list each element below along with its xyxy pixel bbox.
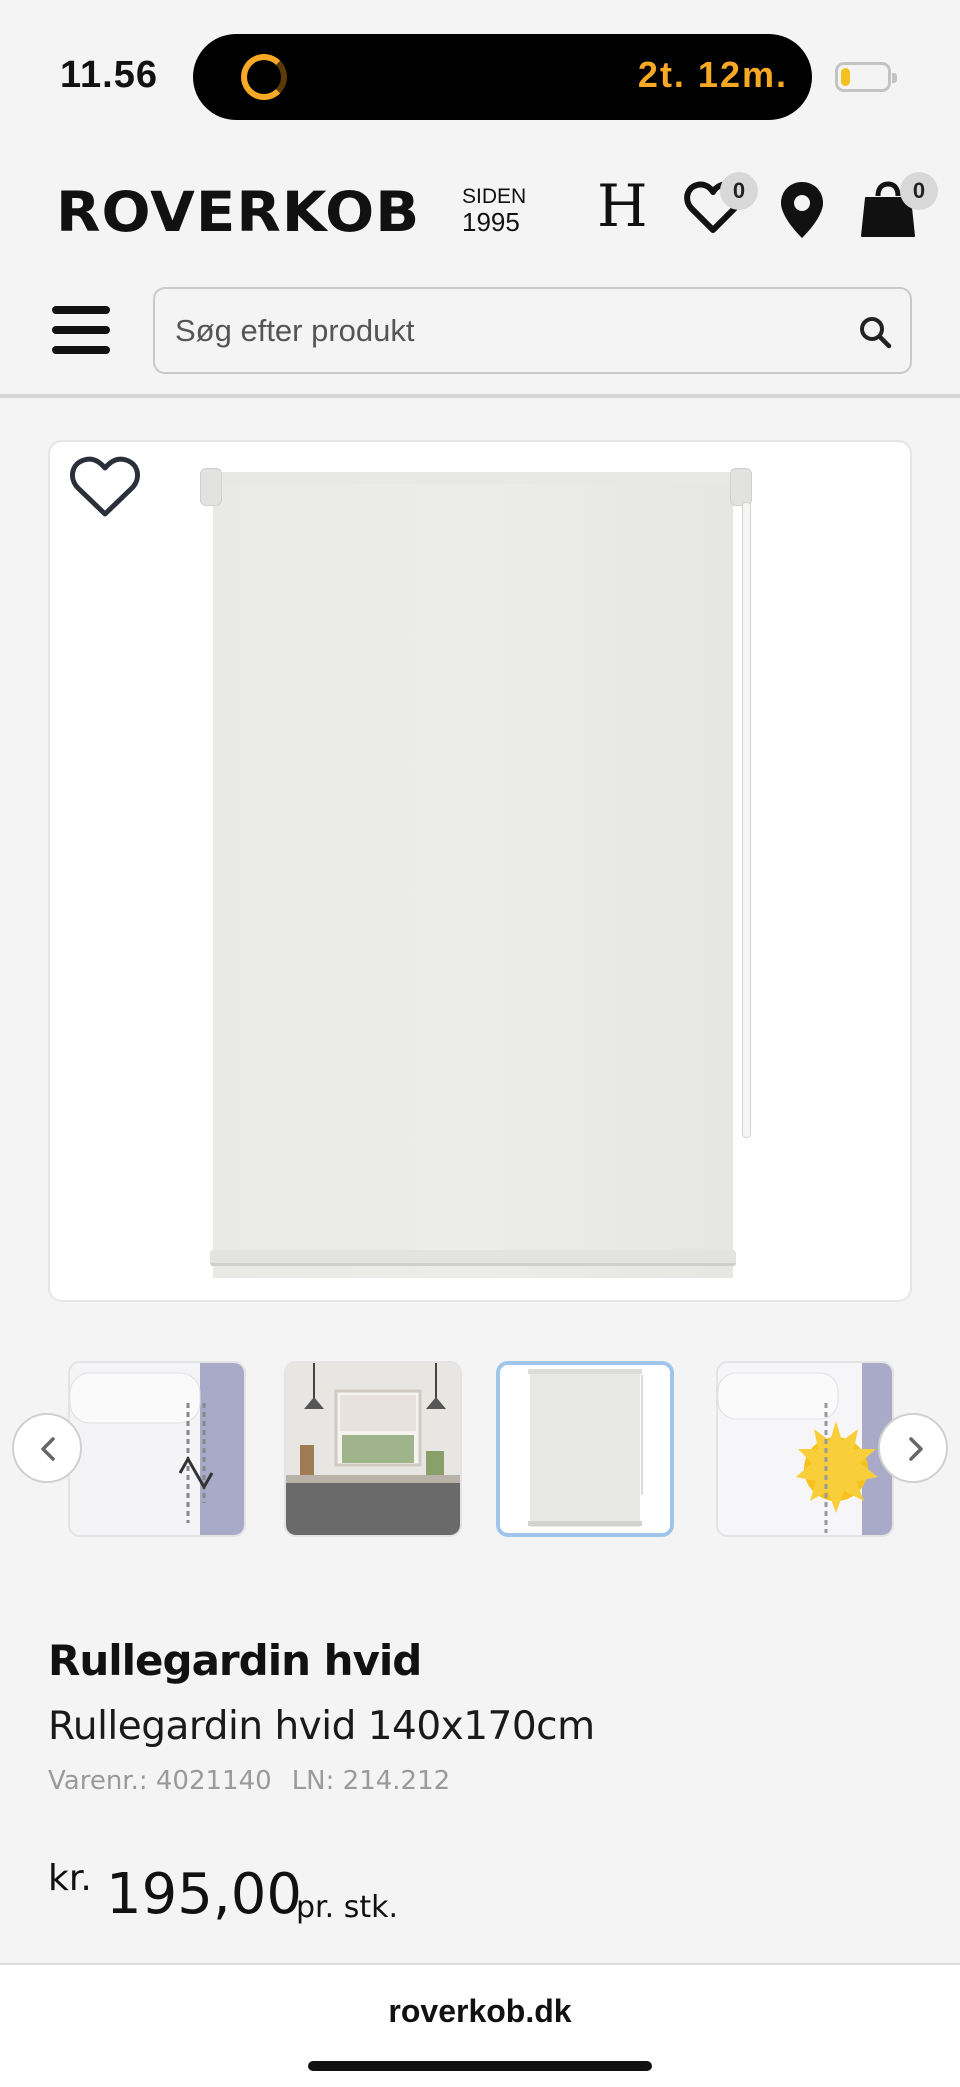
blind-bottom-bar — [210, 1250, 736, 1266]
item-number: Varenr.: 4021140 — [48, 1766, 272, 1796]
status-time: 11.56 — [60, 54, 158, 96]
cart-count-badge: 0 — [900, 172, 938, 210]
logo-siden: SIDEN — [462, 185, 527, 208]
blind-roll — [202, 472, 750, 484]
thumbnail-image — [286, 1363, 460, 1535]
search-icon[interactable] — [858, 315, 892, 349]
battery-cap — [892, 73, 897, 83]
battery-fill — [841, 68, 850, 86]
product-subtitle: Rullegardin hvid 140x170cm — [48, 1704, 595, 1749]
ln-number: LN: 214.212 — [291, 1766, 451, 1796]
product-price: 195,00 — [106, 1862, 302, 1927]
chevron-left-icon — [41, 1437, 55, 1461]
carousel-next-button[interactable] — [878, 1413, 948, 1483]
product-meta: Varenr.: 4021140 LN: 214.212 — [48, 1766, 450, 1796]
chevron-right-icon — [909, 1437, 923, 1461]
timer-text: 2t. 12m. — [637, 54, 788, 95]
h-brand-icon[interactable]: H — [597, 172, 648, 240]
thumbnail-image — [70, 1363, 244, 1535]
wishlist-button[interactable]: 0 — [684, 172, 758, 238]
blind-fabric — [213, 478, 733, 1278]
price-currency: kr. — [48, 1858, 92, 1899]
thumbnail-image — [718, 1363, 892, 1535]
timer-icon — [241, 54, 287, 100]
status-bar: 11.56 2t. 12m. — [0, 0, 960, 140]
blind-cord — [742, 502, 751, 1138]
carousel-prev-button[interactable] — [12, 1413, 82, 1483]
battery-icon — [835, 62, 897, 92]
blind-bracket-right — [730, 468, 752, 506]
dynamic-island[interactable]: 2t. 12m. — [193, 34, 812, 120]
menu-button[interactable] — [50, 302, 112, 358]
browser-address-bar[interactable]: roverkob.dk — [0, 1963, 960, 2087]
thumbnail-4[interactable] — [716, 1361, 894, 1537]
site-logo[interactable]: ROVERKOB — [56, 180, 420, 244]
logo-year: 1995 — [462, 207, 520, 237]
thumbnail-3-selected[interactable] — [496, 1361, 674, 1537]
heart-icon — [70, 456, 140, 517]
cart-button[interactable]: 0 — [860, 172, 938, 242]
menu-icon-bar — [52, 346, 110, 354]
thumbnail-image — [500, 1365, 670, 1533]
browser-url[interactable]: roverkob.dk — [0, 1993, 960, 2030]
store-locator-button[interactable] — [778, 180, 826, 244]
add-to-favorites-button[interactable] — [68, 454, 142, 524]
product-title: Rullegardin hvid — [48, 1636, 422, 1685]
menu-icon — [52, 306, 110, 314]
home-indicator — [308, 2061, 652, 2071]
location-pin-icon — [781, 182, 823, 238]
menu-icon-bar — [52, 326, 110, 334]
price-unit: pr. stk. — [296, 1890, 398, 1925]
thumbnail-carousel — [0, 1355, 960, 1545]
wishlist-count-badge: 0 — [720, 172, 758, 210]
product-main-image[interactable] — [48, 440, 912, 1302]
header-divider — [0, 394, 960, 398]
blind-bracket-left — [200, 468, 222, 506]
site-header: ROVERKOB SIDEN 1995 H 0 0 — [0, 160, 960, 280]
search-box — [153, 287, 912, 374]
logo-since: SIDEN 1995 — [462, 186, 526, 235]
thumbnail-1[interactable] — [68, 1361, 246, 1537]
search-input[interactable] — [175, 289, 815, 372]
thumbnail-2[interactable] — [284, 1361, 462, 1537]
